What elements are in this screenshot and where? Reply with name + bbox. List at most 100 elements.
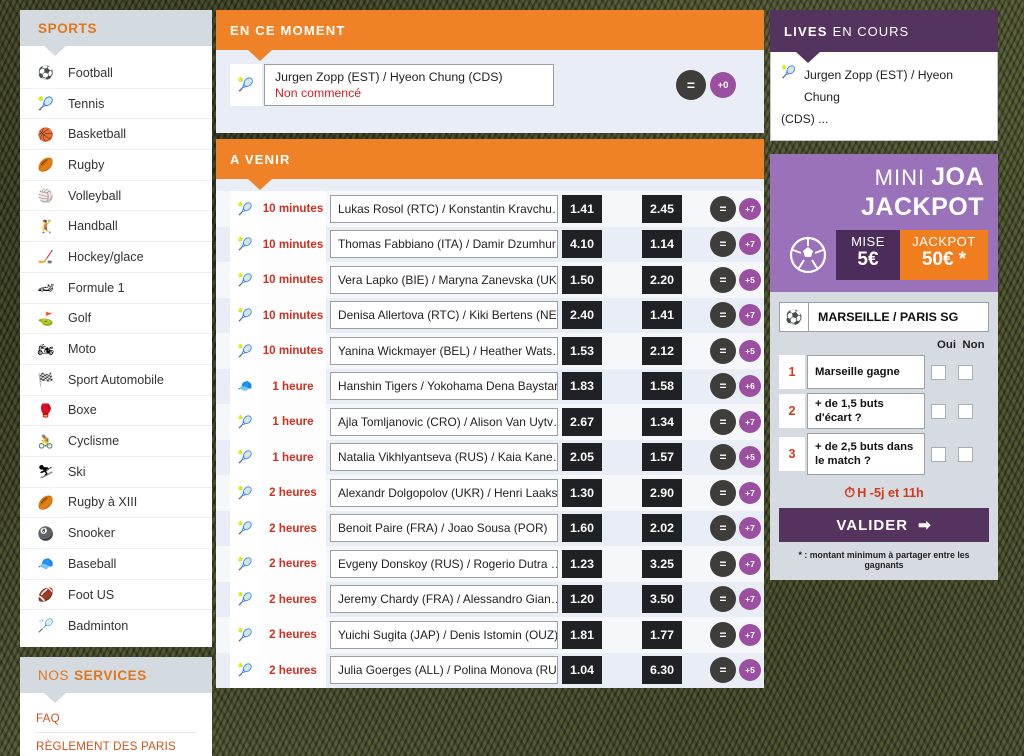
checkbox-oui[interactable] (931, 364, 946, 380)
table-row[interactable]: 🎾 2 heures Alexandr Dolgopolov (UKR) / H… (216, 475, 764, 511)
sidebar-item-handball[interactable]: 🤾 Handball (20, 211, 212, 243)
odd-away[interactable]: 1.57 (642, 443, 682, 472)
more-markets-badge[interactable]: +7 (739, 517, 761, 540)
more-markets-badge[interactable]: +7 (739, 304, 761, 327)
odd-home[interactable]: 1.20 (562, 585, 602, 614)
equals-button[interactable]: = (676, 70, 706, 100)
more-markets-badge[interactable]: +7 (739, 552, 761, 575)
equals-button[interactable]: = (710, 515, 736, 542)
equals-button[interactable]: = (710, 479, 736, 506)
equals-button[interactable]: = (710, 195, 736, 222)
table-row[interactable]: 🎾 1 heure Ajla Tomljanovic (CRO) / Aliso… (216, 404, 764, 440)
equals-button[interactable]: = (710, 373, 736, 400)
equals-button[interactable]: = (710, 621, 736, 648)
equals-button[interactable]: = (710, 550, 736, 577)
sidebar-item-formule1[interactable]: 🏎 Formule 1 (20, 273, 212, 304)
live-match-row[interactable]: 🎾 Jurgen Zopp (EST) / Hyeon Chung (CDS) … (216, 64, 764, 106)
equals-button[interactable]: = (710, 444, 736, 471)
odd-home[interactable]: 1.83 (562, 372, 602, 401)
match-name[interactable]: Yanina Wickmayer (BEL) / Heather Wats… (330, 336, 558, 365)
odd-away[interactable]: 1.14 (642, 230, 682, 259)
more-markets-badge[interactable]: +5 (739, 339, 761, 362)
match-name[interactable]: Natalia Vikhlyantseva (RUS) / Kaia Kane… (330, 443, 558, 472)
live-match-box[interactable]: Jurgen Zopp (EST) / Hyeon Chung (CDS) No… (264, 64, 554, 106)
odd-home[interactable]: 1.04 (562, 656, 602, 685)
more-markets-badge[interactable]: +5 (739, 268, 761, 291)
odd-away[interactable]: 2.12 (642, 336, 682, 365)
odd-away[interactable]: 2.20 (642, 265, 682, 294)
match-name[interactable]: Evgeny Donskoy (RUS) / Rogerio Dutra … (330, 549, 558, 578)
match-name[interactable]: Jeremy Chardy (FRA) / Alessandro Gian… (330, 585, 558, 614)
odd-away[interactable]: 1.58 (642, 372, 682, 401)
odd-home[interactable]: 1.53 (562, 336, 602, 365)
jackpot-match-row[interactable]: ⚽ MARSEILLE / PARIS SG (779, 302, 989, 332)
match-name[interactable]: Thomas Fabbiano (ITA) / Damir Dzumhur… (330, 230, 558, 259)
odd-home[interactable]: 1.30 (562, 478, 602, 507)
odd-away[interactable]: 3.25 (642, 549, 682, 578)
odd-away[interactable]: 3.50 (642, 585, 682, 614)
sidebar-item-golf[interactable]: ⛳ Golf (20, 304, 212, 335)
table-row[interactable]: 🎾 2 heures Benoit Paire (FRA) / Joao Sou… (216, 510, 764, 546)
odd-away[interactable]: 6.30 (642, 656, 682, 685)
odd-home[interactable]: 2.67 (562, 407, 602, 436)
odd-away[interactable]: 1.41 (642, 301, 682, 330)
sidebar-item-volleyball[interactable]: 🏐 Volleyball (20, 181, 212, 212)
odd-home[interactable]: 1.81 (562, 620, 602, 649)
sidebar-item-ski[interactable]: ⛷ Ski (20, 457, 212, 488)
sidebar-item-rugby[interactable]: 🏉 Rugby (20, 150, 212, 181)
odd-home[interactable]: 2.05 (562, 443, 602, 472)
equals-button[interactable]: = (710, 657, 736, 684)
more-markets-badge[interactable]: +5 (739, 446, 761, 469)
more-markets-badge[interactable]: +7 (739, 623, 761, 646)
equals-button[interactable]: = (710, 586, 736, 613)
sidebar-item-hockey[interactable]: 🏒 Hockey/glace (20, 242, 212, 273)
more-markets-badge[interactable]: +7 (739, 197, 761, 220)
table-row[interactable]: 🎾 1 heure Natalia Vikhlyantseva (RUS) / … (216, 439, 764, 475)
sidebar-item-tennis[interactable]: 🎾 Tennis (20, 89, 212, 120)
more-markets-badge[interactable]: +5 (739, 659, 761, 682)
more-markets-badge[interactable]: +0 (710, 72, 736, 98)
checkbox-non[interactable] (958, 446, 973, 462)
sidebar-item-cyclisme[interactable]: 🚴 Cyclisme (20, 426, 212, 457)
checkbox-oui[interactable] (931, 446, 946, 462)
table-row[interactable]: 🎾 2 heures Julia Goerges (ALL) / Polina … (216, 652, 764, 688)
sidebar-item-baseball[interactable]: 🧢 Baseball (20, 549, 212, 580)
table-row[interactable]: 🧢 1 heure Hanshin Tigers / Yokohama Dena… (216, 368, 764, 404)
table-row[interactable]: 🎾 10 minutes Lukas Rosol (RTC) / Konstan… (216, 191, 764, 227)
odd-home[interactable]: 1.60 (562, 514, 602, 543)
table-row[interactable]: 🎾 10 minutes Denisa Allertova (RTC) / Ki… (216, 297, 764, 333)
odd-away[interactable]: 1.77 (642, 620, 682, 649)
odd-home[interactable]: 2.40 (562, 301, 602, 330)
table-row[interactable]: 🎾 10 minutes Thomas Fabbiano (ITA) / Dam… (216, 226, 764, 262)
sidebar-item-sport-automobile[interactable]: 🏁 Sport Automobile (20, 365, 212, 396)
sidebar-item-foot-us[interactable]: 🏈 Foot US (20, 580, 212, 611)
table-row[interactable]: 🎾 10 minutes Vera Lapko (BIE) / Maryna Z… (216, 262, 764, 298)
match-name[interactable]: Benoit Paire (FRA) / Joao Sousa (POR) (330, 514, 558, 543)
link-reglement-des-paris[interactable]: RÈGLEMENT DES PARIS (36, 733, 196, 756)
odd-home[interactable]: 1.41 (562, 194, 602, 223)
odd-home[interactable]: 1.23 (562, 549, 602, 578)
match-name[interactable]: Alexandr Dolgopolov (UKR) / Henri Laaks… (330, 478, 558, 507)
match-name[interactable]: Julia Goerges (ALL) / Polina Monova (RUS… (330, 656, 558, 685)
table-row[interactable]: 🎾 2 heures Evgeny Donskoy (RUS) / Rogeri… (216, 546, 764, 582)
checkbox-non[interactable] (958, 403, 973, 419)
sidebar-item-badminton[interactable]: 🏸 Badminton (20, 610, 212, 641)
odd-away[interactable]: 1.34 (642, 407, 682, 436)
table-row[interactable]: 🎾 2 heures Jeremy Chardy (FRA) / Alessan… (216, 581, 764, 617)
valider-button[interactable]: VALIDER ➡ (779, 508, 989, 542)
more-markets-badge[interactable]: +7 (739, 481, 761, 504)
sidebar-item-rugby-xiii[interactable]: 🏉 Rugby à XIII (20, 488, 212, 519)
table-row[interactable]: 🎾 2 heures Yuichi Sugita (JAP) / Denis I… (216, 617, 764, 653)
equals-button[interactable]: = (710, 337, 736, 364)
link-faq[interactable]: FAQ (36, 705, 196, 734)
odd-away[interactable]: 2.90 (642, 478, 682, 507)
odd-home[interactable]: 4.10 (562, 230, 602, 259)
match-name[interactable]: Yuichi Sugita (JAP) / Denis Istomin (OUZ… (330, 620, 558, 649)
sidebar-item-basketball[interactable]: 🏀 Basketball (20, 119, 212, 151)
equals-button[interactable]: = (710, 302, 736, 329)
equals-button[interactable]: = (710, 266, 736, 293)
sidebar-item-boxe[interactable]: 🥊 Boxe (20, 396, 212, 427)
checkbox-non[interactable] (958, 364, 973, 380)
equals-button[interactable]: = (710, 231, 736, 258)
more-markets-badge[interactable]: +7 (739, 410, 761, 433)
